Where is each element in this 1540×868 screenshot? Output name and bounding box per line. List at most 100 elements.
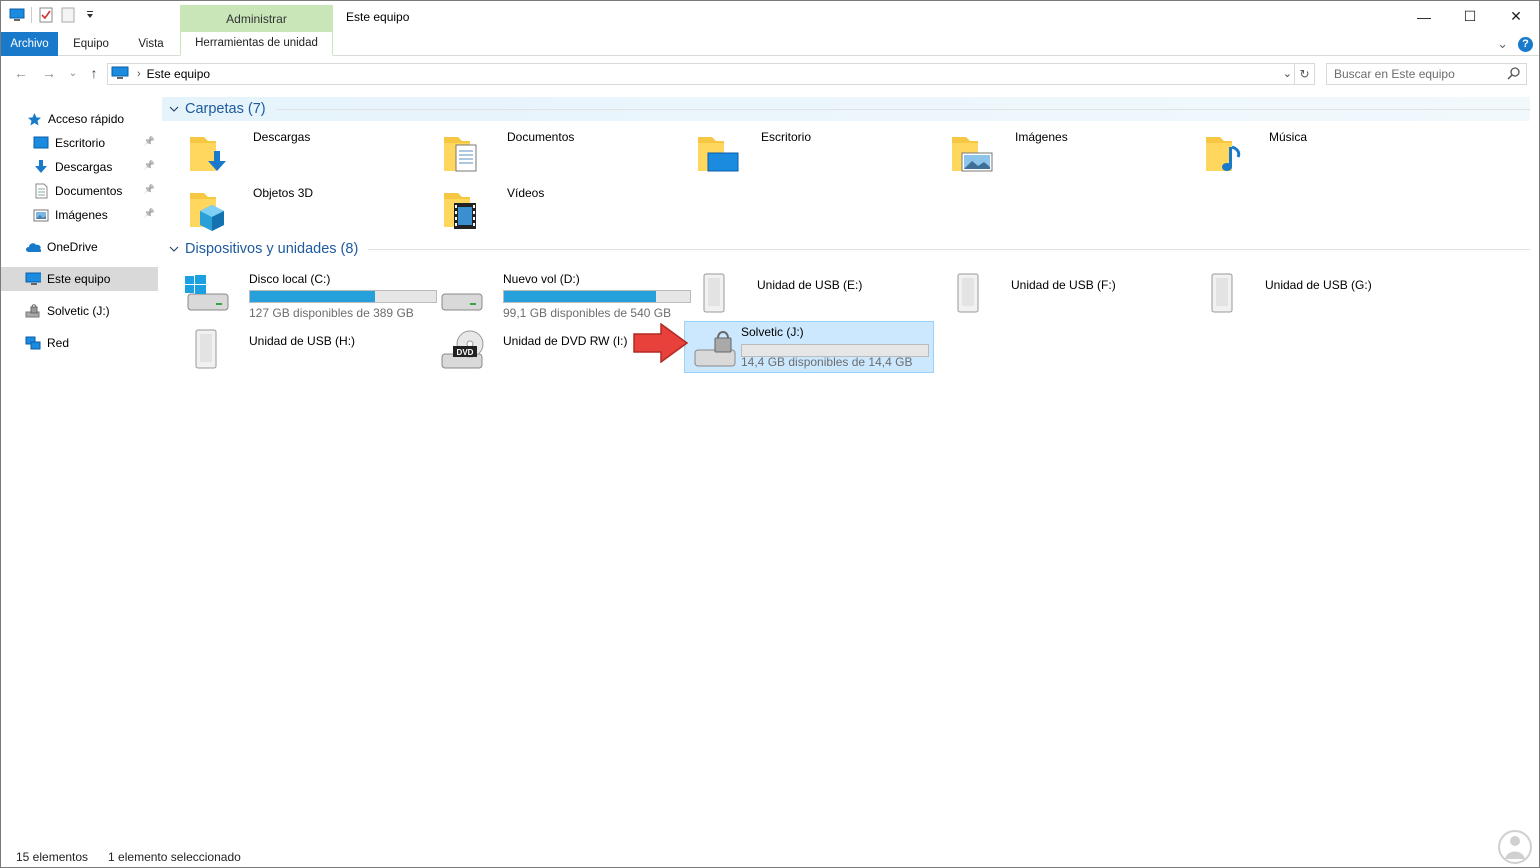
chevron-down-icon[interactable] [169, 103, 179, 115]
pictures-folder-icon [952, 137, 993, 172]
usb-drive-icon [1211, 273, 1233, 313]
group-header-dispositivos[interactable]: Dispositivos y unidades (8) [162, 237, 1530, 261]
tab-herramientas-de-unidad[interactable]: Herramientas de unidad [180, 32, 333, 56]
sidebar-item-label: Documentos [55, 184, 123, 198]
drive-g[interactable]: Unidad de USB (G:) [1194, 268, 1444, 320]
sidebar-item-este-equipo[interactable]: Este equipo [1, 267, 158, 291]
sidebar-item-solvetic[interactable]: Solvetic (J:) [1, 299, 158, 323]
folder-descargas[interactable]: Descargas [182, 127, 432, 179]
forward-button[interactable]: → [41, 65, 57, 81]
folder-name: Música [1269, 130, 1308, 144]
pin-icon[interactable]: 📌 [144, 208, 155, 219]
drive-name: Unidad de USB (E:) [757, 278, 863, 292]
back-button[interactable]: ← [13, 65, 29, 81]
folder-escritorio[interactable]: Escritorio [690, 127, 940, 179]
usb-drive-icon [195, 329, 217, 369]
folder-objetos-3d[interactable]: Objetos 3D [182, 183, 432, 235]
refresh-button[interactable]: ↻ [1294, 64, 1314, 84]
folder-name: Imágenes [1015, 130, 1068, 144]
folder-name: Vídeos [507, 186, 545, 200]
sidebar-item-label: Este equipo [47, 272, 111, 286]
computer-icon[interactable] [9, 7, 25, 23]
ribbon-right-controls: ⌄ ? [1497, 36, 1533, 52]
sidebar-item-descargas[interactable]: Descargas 📌 [1, 155, 158, 179]
toolbar-divider [31, 7, 32, 23]
download-icon [33, 159, 49, 175]
help-icon[interactable]: ? [1518, 36, 1533, 52]
usb-drive-icon [703, 273, 725, 313]
address-bar[interactable]: › Este equipo ⌄ ↻ [107, 63, 1315, 85]
recent-locations-button[interactable]: ⌄ [65, 65, 81, 81]
chevron-down-icon[interactable] [169, 243, 179, 255]
window-controls: — ☐ ✕ [1401, 1, 1539, 32]
sidebar-item-red[interactable]: Red [1, 331, 158, 355]
tab-equipo[interactable]: Equipo [63, 32, 119, 56]
folder-name: Objetos 3D [253, 186, 314, 200]
sidebar-item-onedrive[interactable]: OneDrive [1, 235, 158, 259]
drive-name: Nuevo vol (D:) [503, 272, 580, 286]
dvd-drive-icon: DVD [441, 330, 484, 369]
drive-h[interactable]: Unidad de USB (H:) [178, 324, 428, 376]
selection-count: 1 elemento seleccionado [108, 849, 241, 864]
pin-icon[interactable]: 📌 [144, 136, 155, 147]
group-title: Dispositivos y unidades (8) [185, 241, 359, 257]
sidebar-item-acceso-rapido[interactable]: Acceso rápido [1, 107, 158, 131]
drive-e[interactable]: Unidad de USB (E:) [686, 268, 936, 320]
help-label: ? [1522, 38, 1529, 50]
this-pc-icon [111, 66, 129, 83]
customize-toolbar-icon[interactable] [82, 7, 98, 23]
locked-usb-drive-icon [694, 331, 736, 367]
folder-name: Escritorio [761, 130, 812, 144]
sidebar-item-label: OneDrive [47, 240, 98, 254]
address-dropdown-icon[interactable]: ⌄ [1283, 67, 1292, 80]
pin-icon[interactable]: 📌 [144, 160, 155, 171]
item-count: 15 elementos [16, 849, 89, 864]
cloud-icon [25, 239, 41, 255]
drive-c[interactable]: Disco local (C:) 127 GB disponibles de 3… [178, 268, 437, 320]
music-folder-icon [1206, 137, 1241, 171]
sidebar-item-documentos[interactable]: Documentos 📌 [1, 179, 158, 203]
drive-free-space: 14,4 GB disponibles de 14,4 GB [741, 355, 913, 369]
image-icon [33, 207, 49, 223]
drive-name: Disco local (C:) [249, 272, 331, 286]
navigation-bar: ← → ⌄ ↑ › Este equipo ⌄ ↻ [1, 57, 1539, 91]
folder-videos[interactable]: Vídeos [436, 183, 686, 235]
sidebar-item-label: Red [47, 336, 70, 350]
group-header-carpetas[interactable]: Carpetas (7) [162, 97, 1530, 121]
document-icon [33, 183, 49, 199]
folder-name: Descargas [253, 130, 311, 144]
breadcrumb-este-equipo[interactable]: Este equipo [147, 67, 210, 81]
folder-musica[interactable]: Música [1198, 127, 1448, 179]
sidebar-item-escritorio[interactable]: Escritorio 📌 [1, 131, 158, 155]
expand-ribbon-icon[interactable]: ⌄ [1497, 36, 1508, 52]
drive-f[interactable]: Unidad de USB (F:) [940, 268, 1190, 320]
up-button[interactable]: ↑ [86, 65, 102, 81]
sidebar-item-imagenes[interactable]: Imágenes 📌 [1, 203, 158, 227]
star-icon [26, 111, 42, 127]
drive-d[interactable]: Nuevo vol (D:) 99,1 GB disponibles de 54… [432, 268, 691, 320]
maximize-button[interactable]: ☐ [1447, 1, 1493, 32]
windows-drive-icon [185, 275, 229, 311]
search-box[interactable] [1326, 63, 1527, 85]
drive-name: Unidad de DVD RW (I:) [503, 334, 628, 348]
capacity-fill [250, 291, 376, 302]
pin-icon[interactable]: 📌 [144, 184, 155, 195]
file-explorer-window: Administrar Este equipo — ☐ ✕ Archivo Eq… [0, 0, 1540, 868]
network-icon [25, 335, 41, 351]
drive-name: Unidad de USB (H:) [249, 334, 356, 348]
drive-name: Solvetic (J:) [741, 325, 804, 339]
drive-j[interactable]: Solvetic (J:) 14,4 GB disponibles de 14,… [684, 321, 934, 373]
tab-archivo[interactable]: Archivo [1, 32, 58, 56]
group-divider [368, 248, 1530, 250]
sidebar-item-label: Escritorio [55, 136, 106, 150]
drive-free-space: 127 GB disponibles de 389 GB [249, 306, 414, 320]
folder-documentos[interactable]: Documentos [436, 127, 686, 179]
search-icon[interactable] [1507, 67, 1520, 83]
properties-icon[interactable] [38, 7, 54, 23]
close-button[interactable]: ✕ [1493, 1, 1539, 32]
folder-imagenes[interactable]: Imágenes [944, 127, 1194, 179]
tab-vista[interactable]: Vista [127, 32, 175, 56]
search-input[interactable] [1334, 67, 1506, 81]
minimize-button[interactable]: — [1401, 1, 1447, 32]
new-folder-icon[interactable] [60, 7, 76, 23]
